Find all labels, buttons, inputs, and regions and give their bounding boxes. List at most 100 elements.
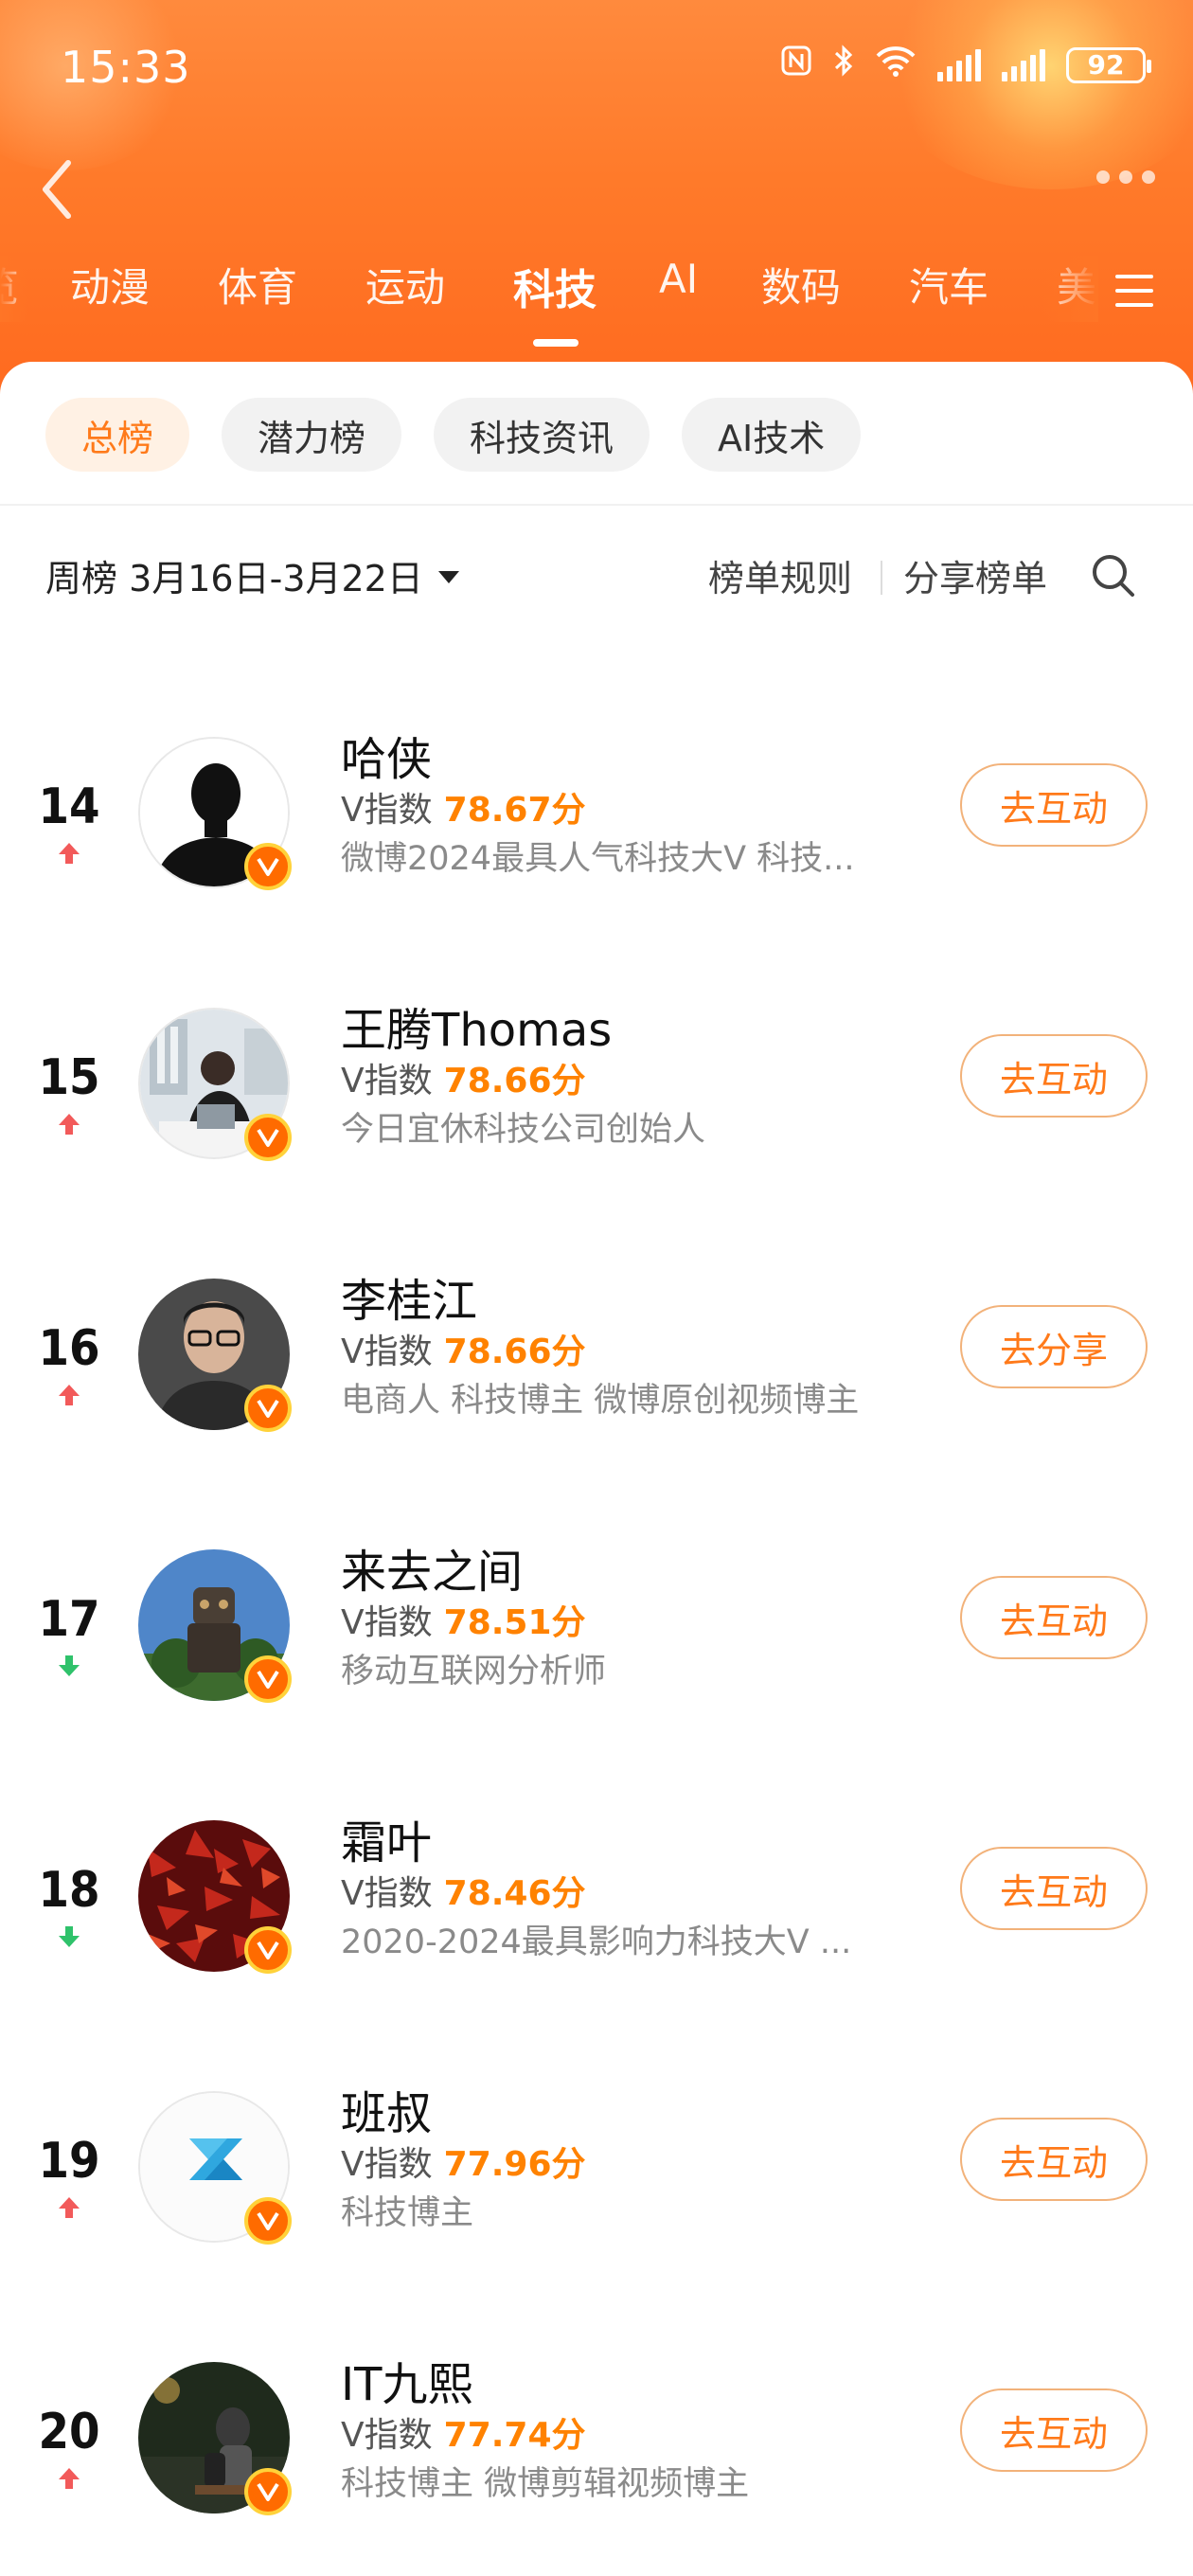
interact-button[interactable]: 去互动 xyxy=(960,2388,1148,2472)
rank-number: 17 xyxy=(38,1591,100,1648)
interact-button[interactable]: 去互动 xyxy=(960,1034,1148,1118)
list-item[interactable]: 16 李桂江 V指数 78.66分 电商人 科技博主 微博原创视频博主 去分享 xyxy=(0,1214,1193,1485)
v-index-score: 78.46分 xyxy=(443,1874,586,1913)
trend-up-icon xyxy=(59,1114,80,1135)
verified-badge-icon xyxy=(244,1655,292,1703)
user-description: 电商人 科技博主 微博原创视频博主 xyxy=(341,1382,860,1420)
tab-category-2[interactable]: 体育 xyxy=(218,256,297,313)
search-icon[interactable] xyxy=(1089,551,1138,600)
rules-link[interactable]: 榜单规则 xyxy=(708,549,852,601)
v-index-score: 78.66分 xyxy=(443,1333,586,1371)
tab-category-4[interactable]: 科技 xyxy=(513,256,596,316)
v-index-label: V指数 xyxy=(341,2145,433,2184)
v-index: V指数 78.66分 xyxy=(341,1053,586,1102)
v-index-label: V指数 xyxy=(341,1874,433,1913)
tab-category-6[interactable]: 数码 xyxy=(761,256,841,313)
trend-up-icon xyxy=(59,2468,80,2489)
user-description: 科技博主 xyxy=(341,2194,474,2232)
v-index-score: 78.51分 xyxy=(443,1603,586,1642)
list-item[interactable]: 15 王腾Thomas V指数 78.66分 今日宜休科技公司创始人 去互动 xyxy=(0,943,1193,1214)
v-index: V指数 78.46分 xyxy=(341,1866,586,1915)
v-index: V指数 78.51分 xyxy=(341,1595,586,1644)
list-item[interactable]: 19 班叔 V指数 77.96分 科技博主 去互动 xyxy=(0,2027,1193,2298)
interact-button[interactable]: 去互动 xyxy=(960,1576,1148,1659)
verified-badge-icon xyxy=(244,1114,292,1161)
user-name[interactable]: 李桂江 xyxy=(341,1263,477,1330)
tabs-fade-right xyxy=(1042,256,1098,322)
rank-number: 20 xyxy=(38,2404,100,2460)
menu-icon[interactable] xyxy=(1115,275,1153,307)
v-index: V指数 77.74分 xyxy=(341,2407,586,2457)
more-options-icon[interactable] xyxy=(1096,170,1155,184)
caret-down-icon xyxy=(437,571,459,583)
v-index: V指数 78.66分 xyxy=(341,1324,586,1373)
share-button[interactable]: 去分享 xyxy=(960,1305,1148,1388)
interact-button[interactable]: 去互动 xyxy=(960,763,1148,847)
v-index-score: 77.96分 xyxy=(443,2145,586,2184)
list-item[interactable]: 14 哈侠 V指数 78.67分 微博2024最具人气科技大V 科技... 去互动 xyxy=(0,672,1193,943)
back-button[interactable] xyxy=(28,152,85,227)
v-index-score: 77.74分 xyxy=(443,2416,586,2455)
tab-category-3[interactable]: 运动 xyxy=(365,256,445,313)
status-icons: 92 xyxy=(780,44,1151,86)
v-index-label: V指数 xyxy=(341,2416,433,2455)
signal-icon xyxy=(937,48,981,81)
trend-up-icon xyxy=(59,1385,80,1405)
user-name[interactable]: 王腾Thomas xyxy=(341,993,612,1059)
tab-category-1[interactable]: 动漫 xyxy=(70,256,150,313)
active-tab-indicator xyxy=(533,339,579,347)
sub-tab-potential[interactable]: 潜力榜 xyxy=(222,398,402,472)
rank-number: 18 xyxy=(38,1862,100,1919)
v-index-score: 78.67分 xyxy=(443,791,586,830)
verified-badge-icon xyxy=(244,1385,292,1432)
user-name[interactable]: 来去之间 xyxy=(341,1534,523,1601)
interact-button[interactable]: 去互动 xyxy=(960,2118,1148,2201)
user-description: 今日宜休科技公司创始人 xyxy=(341,1111,706,1149)
interact-button[interactable]: 去互动 xyxy=(960,1847,1148,1930)
sub-tab-tech-news[interactable]: 科技资讯 xyxy=(434,398,650,472)
nfc-icon xyxy=(780,45,812,85)
user-name[interactable]: 霜叶 xyxy=(341,1805,432,1871)
rank-number: 16 xyxy=(38,1320,100,1377)
verified-badge-icon xyxy=(244,2468,292,2515)
status-bar: 15:33 92 xyxy=(0,0,1193,133)
v-index-label: V指数 xyxy=(341,1333,433,1371)
filter-row: 周榜 3月16日-3月22日 榜单规则 分享榜单 xyxy=(0,523,1193,617)
list-item[interactable]: 17 来去之间 V指数 78.51分 移动互联网分析师 去互动 xyxy=(0,1485,1193,1756)
verified-badge-icon xyxy=(244,1926,292,1974)
v-index-label: V指数 xyxy=(341,791,433,830)
trend-up-icon xyxy=(59,843,80,864)
v-index-label: V指数 xyxy=(341,1603,433,1642)
user-description: 移动互联网分析师 xyxy=(341,1653,607,1690)
divider xyxy=(0,504,1193,506)
signal-icon xyxy=(1002,48,1045,81)
tabs-fade-left xyxy=(0,256,28,322)
rank-number: 15 xyxy=(38,1049,100,1106)
category-tabs: 览 动漫 体育 运动 科技 AI 数码 汽车 美 xyxy=(0,256,1193,347)
status-time: 15:33 xyxy=(61,42,191,93)
verified-badge-icon xyxy=(244,2197,292,2245)
user-description: 2020-2024最具影响力科技大V ... xyxy=(341,1923,852,1961)
trend-down-icon xyxy=(59,1926,80,1947)
week-selector[interactable]: 周榜 3月16日-3月22日 xyxy=(45,549,459,601)
share-list-link[interactable]: 分享榜单 xyxy=(903,549,1047,601)
v-index: V指数 78.67分 xyxy=(341,782,586,832)
tab-category-5[interactable]: AI xyxy=(659,256,698,302)
chevron-left-icon xyxy=(43,160,71,219)
tab-category-7[interactable]: 汽车 xyxy=(909,256,988,313)
user-name[interactable]: 哈侠 xyxy=(341,722,432,788)
bluetooth-icon xyxy=(833,44,854,86)
v-index-score: 78.66分 xyxy=(443,1062,586,1100)
list-item[interactable]: 18 霜叶 V指数 78.46分 2020-2024最具影响力科技大V ... 去… xyxy=(0,1756,1193,2027)
v-index-label: V指数 xyxy=(341,1062,433,1100)
user-description: 微博2024最具人气科技大V 科技... xyxy=(341,840,855,878)
list-item[interactable]: 20 IT九熙 V指数 77.74分 科技博主 微博剪辑视频博主 去互动 xyxy=(0,2298,1193,2568)
user-name[interactable]: 班叔 xyxy=(341,2076,432,2142)
trend-up-icon xyxy=(59,2197,80,2218)
sub-tab-overall[interactable]: 总榜 xyxy=(45,398,190,472)
content-sheet: 总榜 潜力榜 科技资讯 AI技术 周榜 3月16日-3月22日 榜单规则 分享榜… xyxy=(0,362,1193,2576)
week-label: 周榜 3月16日-3月22日 xyxy=(45,558,423,599)
battery-level: 92 xyxy=(1087,49,1125,80)
user-name[interactable]: IT九熙 xyxy=(341,2347,472,2413)
sub-tab-ai-tech[interactable]: AI技术 xyxy=(682,398,862,472)
